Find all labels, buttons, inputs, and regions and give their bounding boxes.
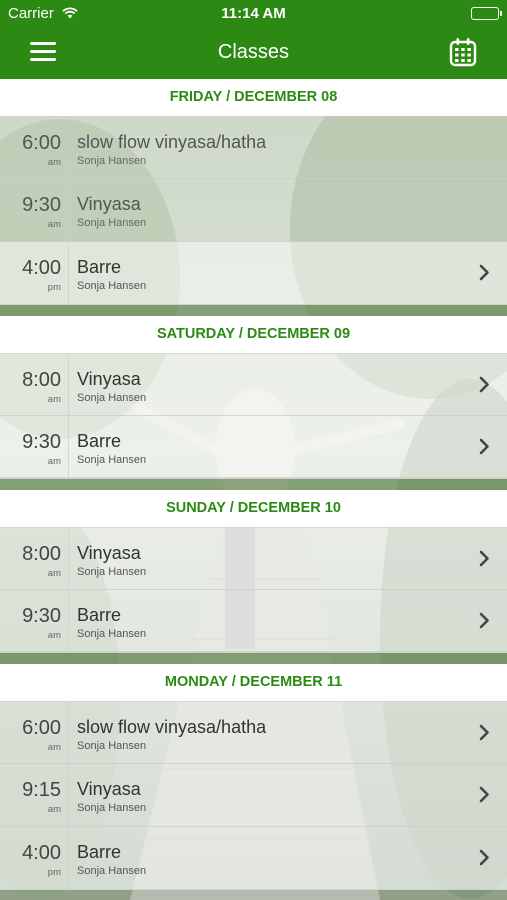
class-row[interactable]: 9:15 am Vinyasa Sonja Hansen: [0, 764, 507, 827]
class-row[interactable]: 4:00 pm Barre Sonja Hansen: [0, 827, 507, 890]
class-time: 9:30: [22, 431, 61, 453]
chevron-right-icon[interactable]: [479, 786, 490, 803]
time-column: 9:30 am: [0, 179, 69, 241]
status-bar: Carrier 11:14 AM: [0, 0, 507, 28]
status-time: 11:14 AM: [221, 5, 286, 22]
class-time: 9:30: [22, 605, 61, 627]
class-time: 6:00: [22, 717, 61, 739]
class-ampm: am: [47, 742, 61, 753]
calendar-icon[interactable]: [449, 37, 477, 67]
instructor-name: Sonja Hansen: [77, 392, 147, 404]
chevron-right-icon[interactable]: [479, 724, 490, 741]
chevron-right-icon[interactable]: [479, 438, 490, 455]
class-ampm: am: [47, 804, 61, 815]
instructor-name: Sonja Hansen: [77, 566, 147, 578]
class-list[interactable]: FRIDAY / DECEMBER 08 6:00 am slow flow viny…: [0, 79, 507, 900]
class-time: 6:00: [22, 132, 61, 154]
instructor-name: Sonja Hansen: [77, 155, 147, 167]
day-header: SUNDAY / DECEMBER 10: [0, 490, 507, 527]
instructor-name: Sonja Hansen: [77, 802, 147, 814]
class-time: 8:00: [22, 369, 61, 391]
class-ampm: am: [47, 157, 61, 168]
chevron-right-icon[interactable]: [479, 264, 490, 281]
chevron-right-icon[interactable]: [479, 849, 490, 866]
class-ampm: am: [47, 456, 61, 467]
chevron-right-icon[interactable]: [479, 612, 490, 629]
class-row[interactable]: 8:00 am Vinyasa Sonja Hansen: [0, 353, 507, 416]
class-time: 4:00: [22, 257, 61, 279]
class-time: 9:15: [22, 779, 61, 801]
battery-icon: [471, 7, 502, 20]
class-name: Barre: [77, 842, 122, 862]
class-ampm: pm: [47, 867, 61, 878]
class-name: slow flow vinyasa/hatha: [77, 132, 267, 152]
class-ampm: pm: [47, 282, 61, 293]
class-name: Barre: [77, 431, 122, 451]
class-time: 8:00: [22, 543, 61, 565]
class-row[interactable]: 4:00 pm Barre Sonja Hansen: [0, 242, 507, 305]
time-column: 8:00 am: [0, 528, 69, 590]
time-column: 9:30 am: [0, 590, 69, 652]
day-header: SATURDAY / DECEMBER 09: [0, 316, 507, 353]
class-ampm: am: [47, 630, 61, 641]
class-row[interactable]: 6:00 am slow flow vinyasa/hatha Sonja Hanse…: [0, 701, 507, 764]
instructor-name: Sonja Hansen: [77, 217, 147, 229]
class-name: Vinyasa: [77, 543, 141, 563]
instructor-name: Sonja Hansen: [77, 628, 147, 640]
class-ampm: am: [47, 394, 61, 405]
chevron-right-icon[interactable]: [479, 550, 490, 567]
class-name: Barre: [77, 257, 122, 277]
class-ampm: am: [47, 219, 61, 230]
class-name: Vinyasa: [77, 779, 141, 799]
instructor-name: Sonja Hansen: [77, 280, 147, 292]
class-name: slow flow vinyasa/hatha: [77, 717, 267, 737]
class-name: Vinyasa: [77, 369, 141, 389]
instructor-name: Sonja Hansen: [77, 865, 147, 877]
time-column: 6:00 am: [0, 702, 69, 764]
time-column: 4:00 pm: [0, 827, 69, 889]
time-column: 6:00 am: [0, 117, 69, 179]
time-column: 4:00 pm: [0, 242, 69, 304]
class-ampm: am: [47, 568, 61, 579]
class-row[interactable]: 8:00 am Vinyasa Sonja Hansen: [0, 527, 507, 590]
class-time: 9:30: [22, 194, 61, 216]
class-name: Vinyasa: [77, 194, 141, 214]
page-title: Classes: [217, 41, 290, 63]
time-column: 8:00 am: [0, 354, 69, 416]
day-header: FRIDAY / DECEMBER 08: [0, 79, 507, 116]
class-time: 4:00: [22, 842, 61, 864]
day-header: MONDAY / DECEMBER 11: [0, 664, 507, 701]
class-row[interactable]: 9:30 am Barre Sonja Hansen: [0, 416, 507, 479]
class-name: Barre: [77, 605, 122, 625]
time-column: 9:15 am: [0, 764, 69, 826]
instructor-name: Sonja Hansen: [77, 740, 147, 752]
instructor-name: Sonja Hansen: [77, 454, 147, 466]
chevron-right-icon[interactable]: [479, 376, 490, 393]
nav-bar: Classes: [0, 28, 507, 79]
class-row[interactable]: 9:30 am Barre Sonja Hansen: [0, 590, 507, 653]
class-row[interactable]: 9:30 am Vinyasa Sonja Hansen: [0, 179, 507, 242]
time-column: 9:30 am: [0, 416, 69, 478]
class-row[interactable]: 6:00 am slow flow vinyasa/hatha Sonja Hanse…: [0, 116, 507, 179]
